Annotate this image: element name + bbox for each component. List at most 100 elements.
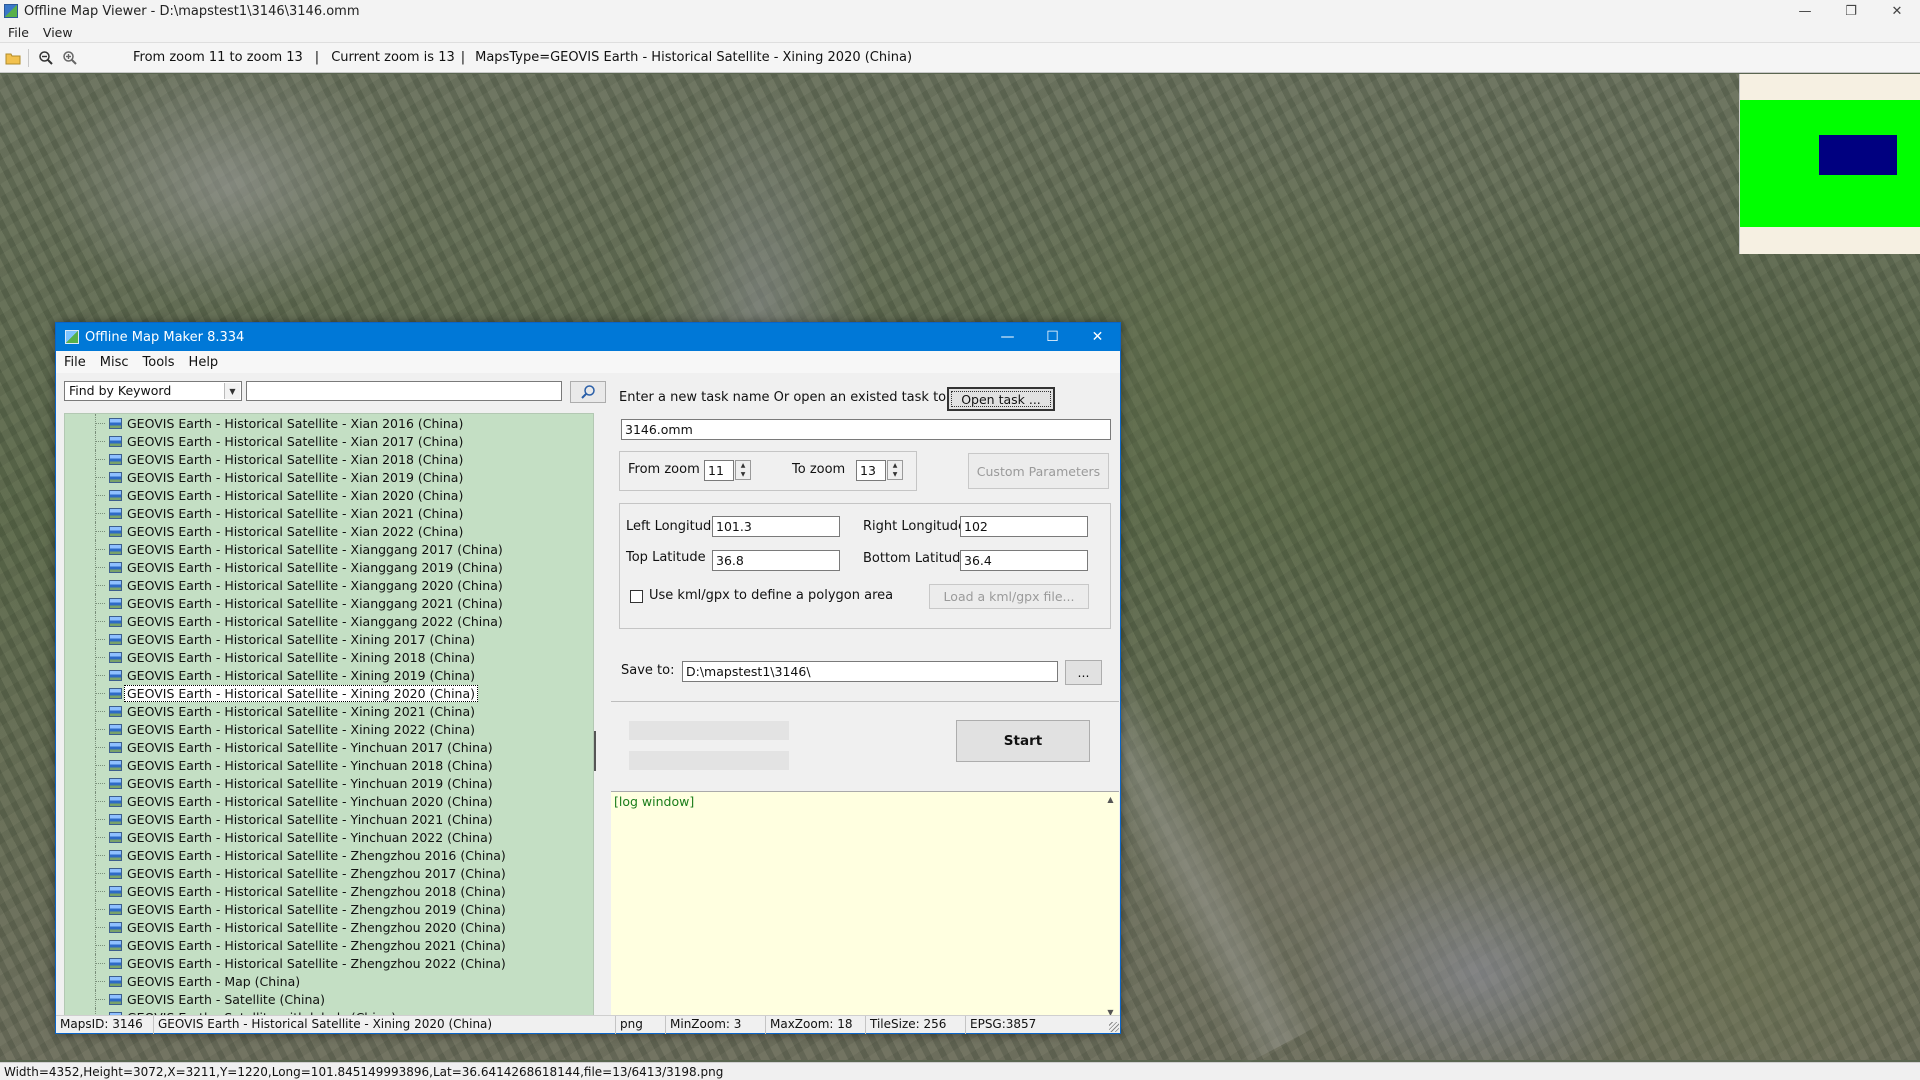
tree-connector bbox=[95, 638, 105, 640]
menu-misc[interactable]: Misc bbox=[100, 355, 129, 370]
tree-connector bbox=[95, 800, 105, 802]
save-path-input[interactable]: D:\mapstest1\3146\ bbox=[682, 661, 1058, 682]
viewer-title: Offline Map Viewer - D:\mapstest1\3146\3… bbox=[24, 3, 360, 19]
custom-parameters-button[interactable]: Custom Parameters bbox=[968, 453, 1109, 489]
maps-list-item[interactable]: GEOVIS Earth - Historical Satellite - Zh… bbox=[65, 954, 593, 972]
maps-list-item-label: GEOVIS Earth - Historical Satellite - Yi… bbox=[127, 739, 493, 755]
maps-list-item[interactable]: GEOVIS Earth - Historical Satellite - Yi… bbox=[65, 792, 593, 810]
chevron-down-icon[interactable]: ▼ bbox=[224, 383, 240, 399]
maps-list-item[interactable]: GEOVIS Earth - Historical Satellite - Xi… bbox=[65, 702, 593, 720]
maps-list-item[interactable]: GEOVIS Earth - Historical Satellite - Xi… bbox=[65, 594, 593, 612]
tree-connector bbox=[95, 710, 105, 712]
tree-connector bbox=[95, 890, 105, 892]
maps-list-item[interactable]: GEOVIS Earth - Historical Satellite - Yi… bbox=[65, 810, 593, 828]
maps-list-item[interactable]: GEOVIS Earth - Historical Satellite - Xi… bbox=[65, 414, 593, 432]
kml-polygon-checkbox[interactable] bbox=[630, 590, 643, 603]
maps-list-item[interactable]: GEOVIS Earth - Historical Satellite - Zh… bbox=[65, 864, 593, 882]
maps-list-item[interactable]: GEOVIS Earth - Historical Satellite - Zh… bbox=[65, 882, 593, 900]
maps-list-item[interactable]: GEOVIS Earth - Historical Satellite - Zh… bbox=[65, 846, 593, 864]
restore-icon[interactable]: ❐ bbox=[1828, 0, 1874, 22]
maps-list-item[interactable]: GEOVIS Earth - Historical Satellite - Xi… bbox=[65, 522, 593, 540]
maps-list-item[interactable]: GEOVIS Earth - Historical Satellite - Zh… bbox=[65, 936, 593, 954]
zoom-in-icon[interactable] bbox=[59, 47, 81, 69]
progress-bar-current bbox=[629, 751, 789, 770]
load-kml-button[interactable]: Load a kml/gpx file... bbox=[929, 584, 1089, 609]
menu-file[interactable]: File bbox=[64, 355, 86, 370]
resize-grip[interactable] bbox=[1109, 1022, 1119, 1032]
tree-connector bbox=[95, 656, 105, 658]
from-zoom-input[interactable]: 11 bbox=[704, 460, 734, 481]
minimize-icon[interactable]: — bbox=[985, 323, 1030, 351]
task-name-input[interactable]: 3146.omm bbox=[621, 419, 1111, 440]
map-layer-icon bbox=[109, 669, 122, 681]
bottom-latitude-input[interactable]: 36.4 bbox=[960, 550, 1088, 571]
maximize-icon[interactable]: ☐ bbox=[1030, 323, 1075, 351]
maps-list-item[interactable]: GEOVIS Earth - Historical Satellite - Xi… bbox=[65, 450, 593, 468]
maps-list-item-label: GEOVIS Earth - Historical Satellite - Yi… bbox=[127, 811, 493, 827]
browse-folder-button[interactable]: ... bbox=[1065, 660, 1102, 685]
area-group: Left Longitude 101.3 Right Longitude 102… bbox=[619, 503, 1111, 629]
maps-list-item[interactable]: GEOVIS Earth - Historical Satellite - Yi… bbox=[65, 756, 593, 774]
maps-list-item[interactable]: GEOVIS Earth - Historical Satellite - Xi… bbox=[65, 558, 593, 576]
tree-scroll-thumb[interactable] bbox=[594, 731, 596, 771]
maps-list-item[interactable]: GEOVIS Earth - Historical Satellite - Xi… bbox=[65, 630, 593, 648]
maps-list-item[interactable]: GEOVIS Earth - Historical Satellite - Zh… bbox=[65, 900, 593, 918]
menu-view[interactable]: View bbox=[43, 25, 73, 40]
maps-list-item[interactable]: GEOVIS Earth - Historical Satellite - Yi… bbox=[65, 774, 593, 792]
open-task-button[interactable]: Open task ... bbox=[947, 387, 1055, 411]
maps-list-item[interactable]: GEOVIS Earth - Historical Satellite - Xi… bbox=[65, 540, 593, 558]
log-window[interactable]: [log window] ▲ ▼ bbox=[611, 791, 1119, 1019]
to-zoom-stepper[interactable]: ▲ ▼ bbox=[887, 460, 903, 480]
search-mode-select[interactable]: Find by Keyword ▼ bbox=[64, 381, 242, 401]
close-icon[interactable]: ✕ bbox=[1874, 0, 1920, 22]
open-folder-icon[interactable] bbox=[2, 47, 24, 69]
start-button[interactable]: Start bbox=[956, 720, 1090, 762]
minimize-icon[interactable]: — bbox=[1782, 0, 1828, 22]
maps-list-item-label: GEOVIS Earth - Historical Satellite - Xi… bbox=[127, 451, 464, 467]
map-layer-icon bbox=[109, 705, 122, 717]
close-icon[interactable]: ✕ bbox=[1075, 323, 1120, 351]
map-layer-icon bbox=[109, 921, 122, 933]
search-input[interactable] bbox=[246, 381, 562, 401]
map-layer-icon bbox=[109, 849, 122, 861]
maps-list-item[interactable]: GEOVIS Earth - Historical Satellite - Xi… bbox=[65, 504, 593, 522]
maps-list-item[interactable]: GEOVIS Earth - Historical Satellite - Xi… bbox=[65, 648, 593, 666]
to-zoom-input[interactable]: 13 bbox=[856, 460, 886, 481]
search-button[interactable] bbox=[570, 381, 606, 403]
log-scrollbar[interactable]: ▲ ▼ bbox=[1102, 792, 1119, 1020]
scroll-up-icon[interactable]: ▲ bbox=[1107, 795, 1113, 804]
left-longitude-input[interactable]: 101.3 bbox=[712, 516, 840, 537]
maps-list-item-label: GEOVIS Earth - Historical Satellite - Xi… bbox=[127, 721, 476, 737]
maps-list-item-label: GEOVIS Earth - Historical Satellite - Xi… bbox=[127, 541, 503, 557]
menu-tools[interactable]: Tools bbox=[143, 355, 175, 370]
search-row: Find by Keyword ▼ bbox=[64, 381, 606, 403]
maps-list-item[interactable]: GEOVIS Earth - Historical Satellite - Yi… bbox=[65, 828, 593, 846]
menu-help[interactable]: Help bbox=[189, 355, 219, 370]
zoom-out-icon[interactable] bbox=[35, 47, 57, 69]
maps-list-item[interactable]: GEOVIS Earth - Historical Satellite - Xi… bbox=[65, 432, 593, 450]
maps-list-item[interactable]: GEOVIS Earth - Map (China) bbox=[65, 972, 593, 990]
maps-list-item[interactable]: GEOVIS Earth - Historical Satellite - Xi… bbox=[65, 486, 593, 504]
maps-list-item[interactable]: GEOVIS Earth - Historical Satellite - Xi… bbox=[65, 720, 593, 738]
maps-list-item-label: GEOVIS Earth - Historical Satellite - Xi… bbox=[127, 559, 503, 575]
maps-list-item[interactable]: GEOVIS Earth - Historical Satellite - Zh… bbox=[65, 918, 593, 936]
maps-list-item[interactable]: GEOVIS Earth - Historical Satellite - Xi… bbox=[65, 612, 593, 630]
maps-list-item[interactable]: GEOVIS Earth - Historical Satellite - Xi… bbox=[65, 666, 593, 684]
maps-list-item-label: GEOVIS Earth - Historical Satellite - Xi… bbox=[127, 469, 464, 485]
maps-list-item[interactable]: GEOVIS Earth - Historical Satellite - Xi… bbox=[65, 576, 593, 594]
maps-list-item[interactable]: GEOVIS Earth - Satellite (China) bbox=[65, 990, 593, 1008]
overview-minimap[interactable] bbox=[1739, 74, 1920, 254]
maps-list-item-label: GEOVIS Earth - Historical Satellite - Xi… bbox=[127, 631, 476, 647]
tree-scrollbar[interactable] bbox=[594, 473, 598, 773]
overview-viewport[interactable] bbox=[1819, 135, 1897, 175]
from-zoom-stepper[interactable]: ▲ ▼ bbox=[735, 460, 751, 480]
maps-list-item[interactable]: GEOVIS Earth - Historical Satellite - Xi… bbox=[65, 468, 593, 486]
top-latitude-input[interactable]: 36.8 bbox=[712, 550, 840, 571]
maps-tree[interactable]: GEOVIS Earth - Historical Satellite - Xi… bbox=[64, 413, 594, 1017]
right-longitude-input[interactable]: 102 bbox=[960, 516, 1088, 537]
maps-list-item[interactable]: GEOVIS Earth - Historical Satellite - Yi… bbox=[65, 738, 593, 756]
menu-file[interactable]: File bbox=[8, 25, 29, 40]
dialog-titlebar[interactable]: Offline Map Maker 8.334 — ☐ ✕ bbox=[56, 323, 1120, 351]
map-layer-icon bbox=[109, 777, 122, 789]
maps-list-item[interactable]: GEOVIS Earth - Historical Satellite - Xi… bbox=[65, 684, 593, 702]
